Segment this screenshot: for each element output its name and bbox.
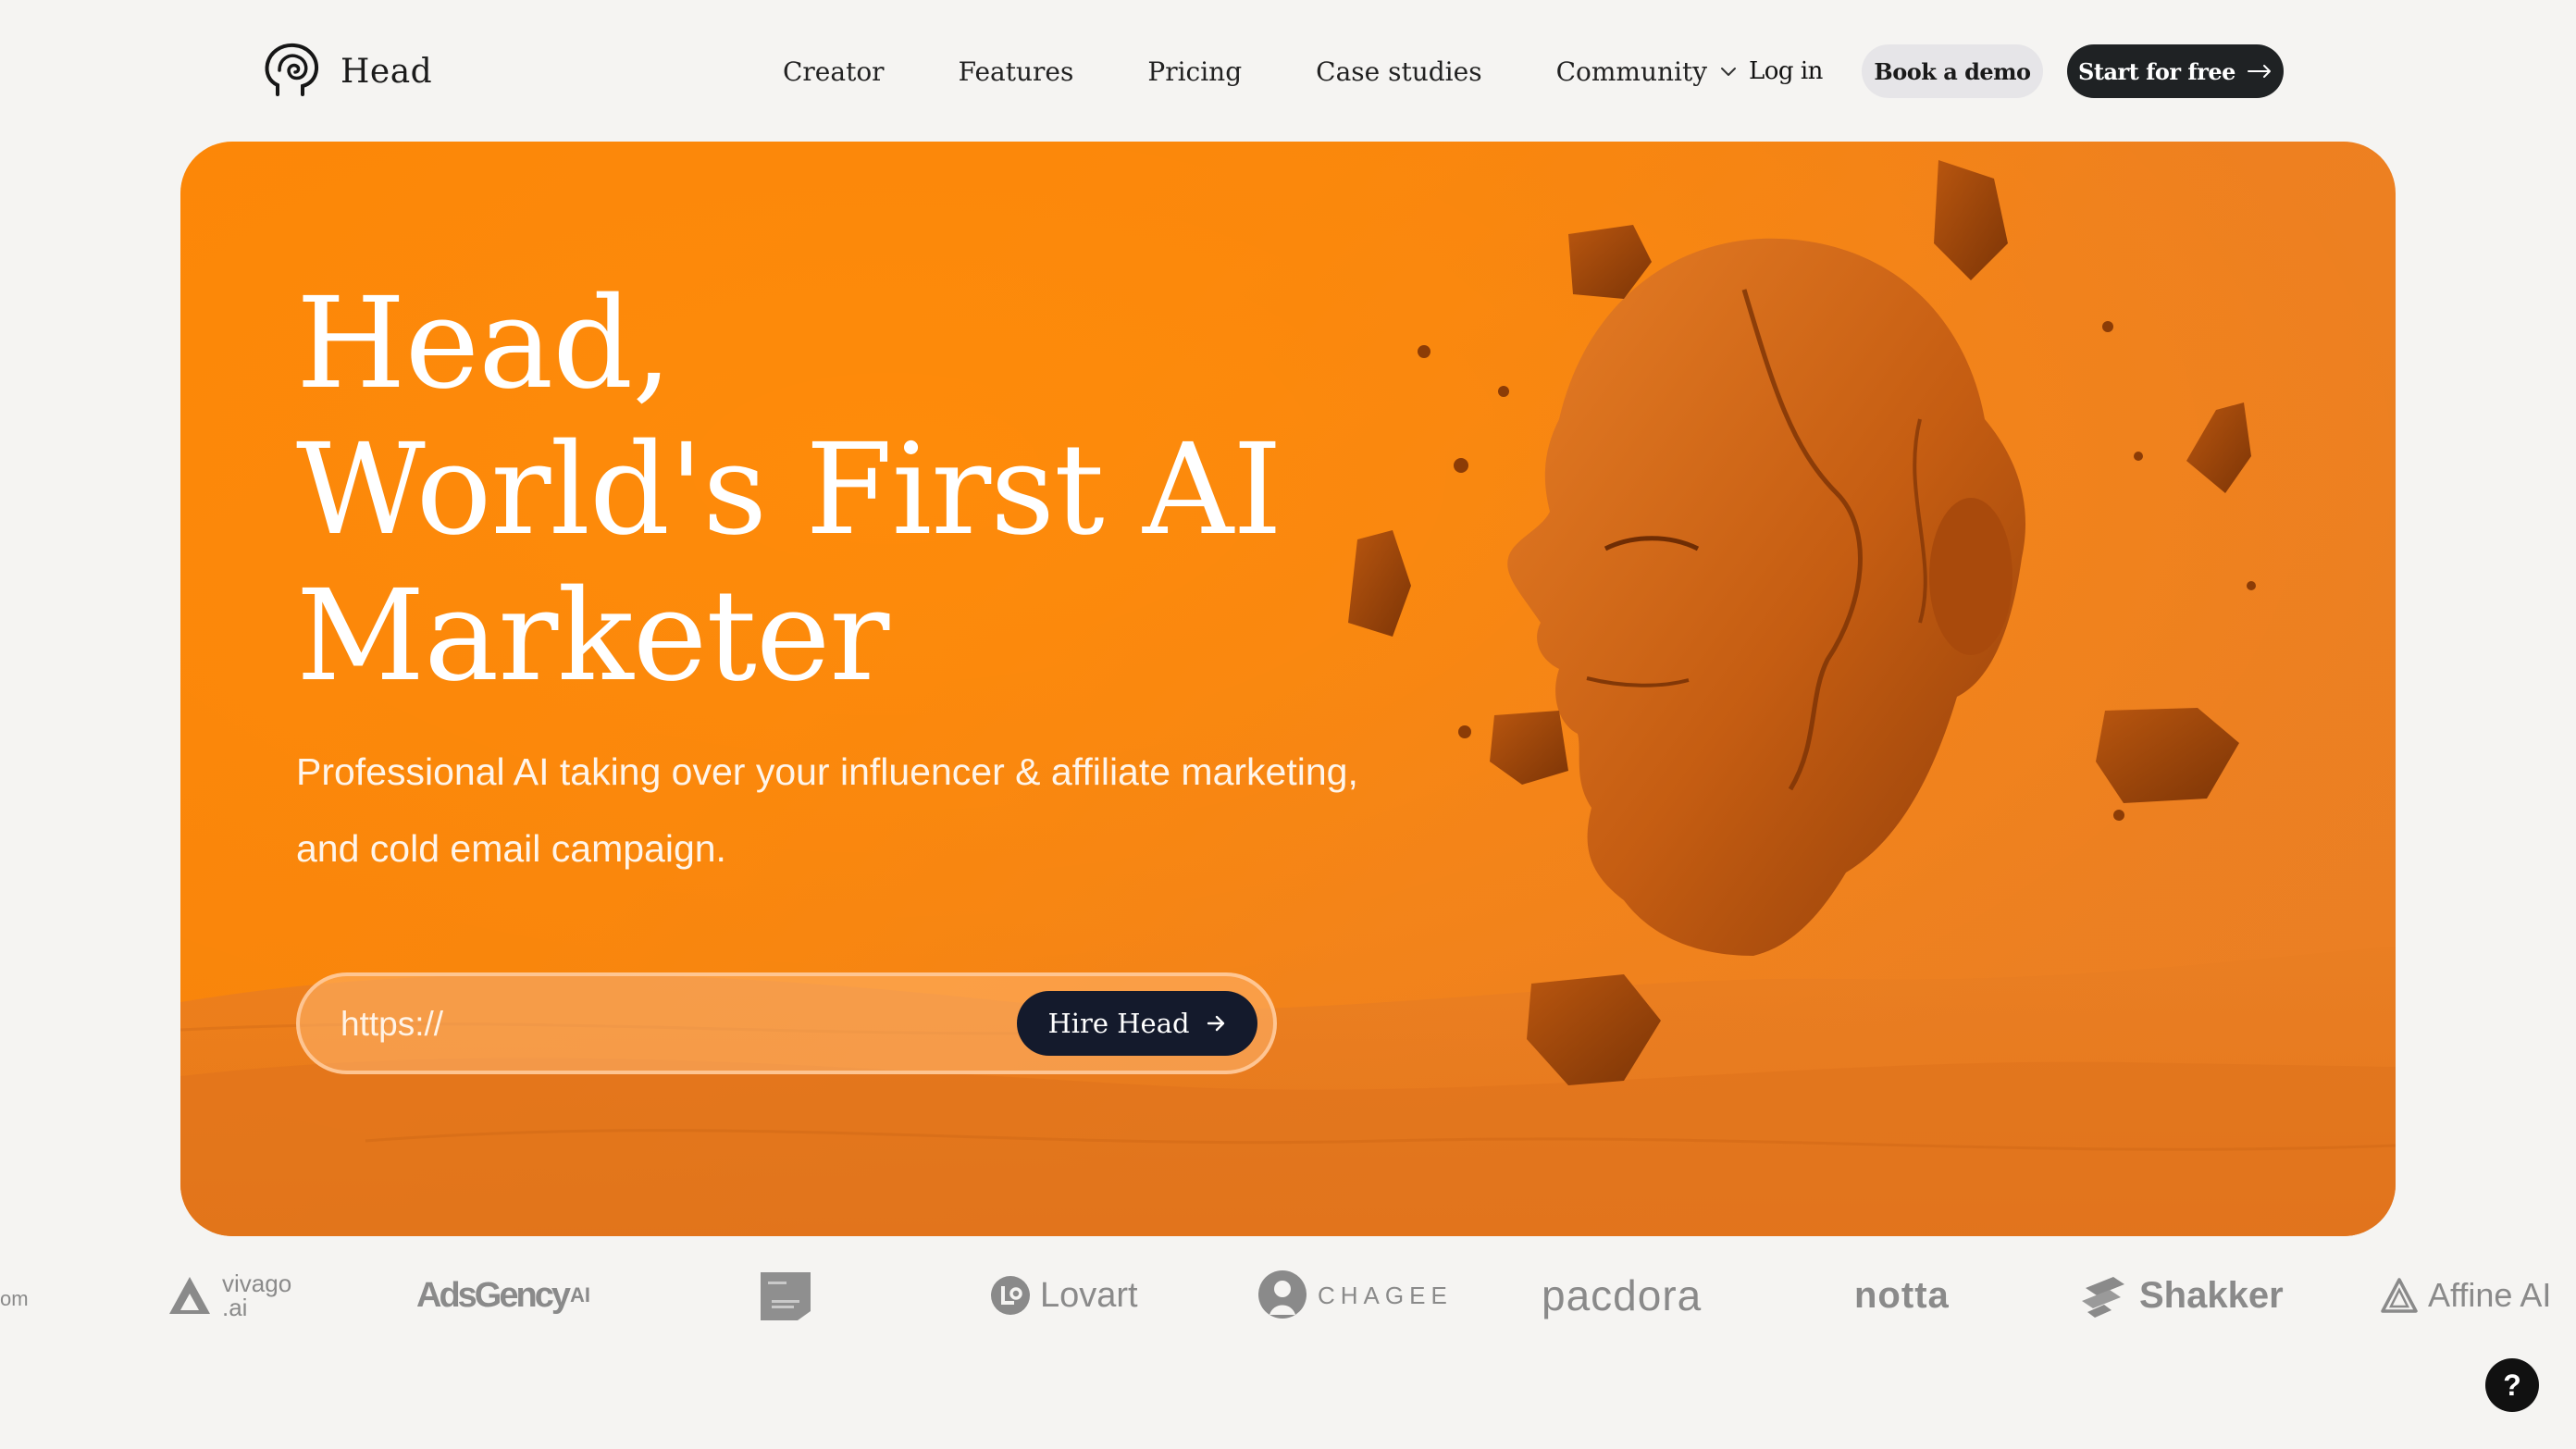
logo-affine: Affine AI — [2380, 1258, 2551, 1332]
logo-pacdora-text: pacdora — [1542, 1271, 1703, 1319]
logo-vivago-line1: vivago — [222, 1269, 292, 1297]
logo-partial-text: om — [0, 1287, 29, 1310]
hero-title-line-1: Head, — [296, 271, 672, 417]
hire-head-button[interactable]: Hire Head — [1017, 991, 1257, 1056]
nav-item-creator[interactable]: Creator — [783, 56, 885, 87]
hero-title-line-3: Marketer — [296, 564, 889, 710]
vivago-triangle-icon — [169, 1277, 210, 1314]
nav-item-features[interactable]: Features — [959, 56, 1074, 87]
logo-pacdora: pacdora — [1542, 1258, 1702, 1332]
shakker-icon — [2082, 1277, 2124, 1318]
affine-triangle-icon — [2381, 1278, 2418, 1313]
hero-subtitle: Professional AI taking over your influen… — [296, 750, 1358, 870]
logo-adsgency: AdsGency AI — [416, 1258, 590, 1332]
start-for-free-button[interactable]: Start for free — [2067, 44, 2284, 98]
logo-notta: notta — [1854, 1258, 1950, 1332]
logo-shakker-text: Shakker — [2139, 1274, 2284, 1316]
help-button[interactable]: ? — [2485, 1358, 2539, 1412]
brand-name: Head — [341, 52, 433, 91]
customer-logos-strip: om vivago .ai AdsGency AI Lovart CHAGEE … — [0, 1258, 2576, 1332]
logo-shakker: Shakker — [2076, 1258, 2284, 1332]
book-demo-button[interactable]: Book a demo — [1862, 44, 2043, 98]
logo-vivago-wordmark: vivago .ai — [222, 1271, 291, 1319]
website-url-form: Hire Head — [296, 972, 1277, 1074]
arrow-right-icon — [2247, 65, 2271, 78]
website-url-input[interactable] — [341, 998, 988, 1050]
logo-chagee: CHAGEE — [1257, 1258, 1453, 1332]
logo-partial: om — [0, 1262, 29, 1336]
logo-lovart-text: Lovart — [1040, 1275, 1138, 1315]
arrow-right-icon — [1207, 1015, 1224, 1032]
login-link[interactable]: Log in — [1749, 39, 1823, 104]
hero-title-line-2: World's First AI — [296, 417, 1282, 564]
nav-item-case-studies[interactable]: Case studies — [1316, 56, 1481, 87]
logo-chagee-text: CHAGEE — [1318, 1281, 1453, 1309]
nav-item-pricing[interactable]: Pricing — [1147, 56, 1242, 87]
hero-title: Head, World's First AI Marketer — [296, 271, 1282, 710]
logo-notta-text: notta — [1854, 1274, 1950, 1316]
nav-item-community-label: Community — [1555, 56, 1708, 87]
logo-adsgency-text: AdsGency — [416, 1275, 571, 1315]
hire-head-label: Hire Head — [1047, 1008, 1190, 1039]
chagee-emblem-icon — [1258, 1270, 1307, 1319]
logo-vivago-line2: .ai — [222, 1294, 248, 1321]
chevron-down-icon — [1721, 68, 1737, 76]
start-for-free-label: Start for free — [2078, 57, 2235, 85]
logo-aws-badge — [759, 1258, 812, 1332]
nav-item-community[interactable]: Community — [1556, 56, 1739, 87]
logo-vivago: vivago .ai — [167, 1258, 291, 1332]
logo-lovart: Lovart — [990, 1258, 1138, 1332]
lovart-circle-icon — [991, 1276, 1030, 1315]
logo-adsgency-suffix: AI — [569, 1283, 590, 1307]
brand-logo-link[interactable]: Head — [259, 39, 432, 104]
logo-affine-text: Affine AI — [2428, 1276, 2552, 1314]
main-nav: Creator Features Pricing Case studies Co… — [783, 39, 1739, 104]
head-outline-icon — [265, 43, 319, 96]
site-header: Head Creator Features Pricing Case studi… — [0, 0, 2576, 141]
aws-badge-icon — [761, 1272, 811, 1320]
hero-section: Head, World's First AI Marketer Professi… — [180, 142, 2396, 1236]
